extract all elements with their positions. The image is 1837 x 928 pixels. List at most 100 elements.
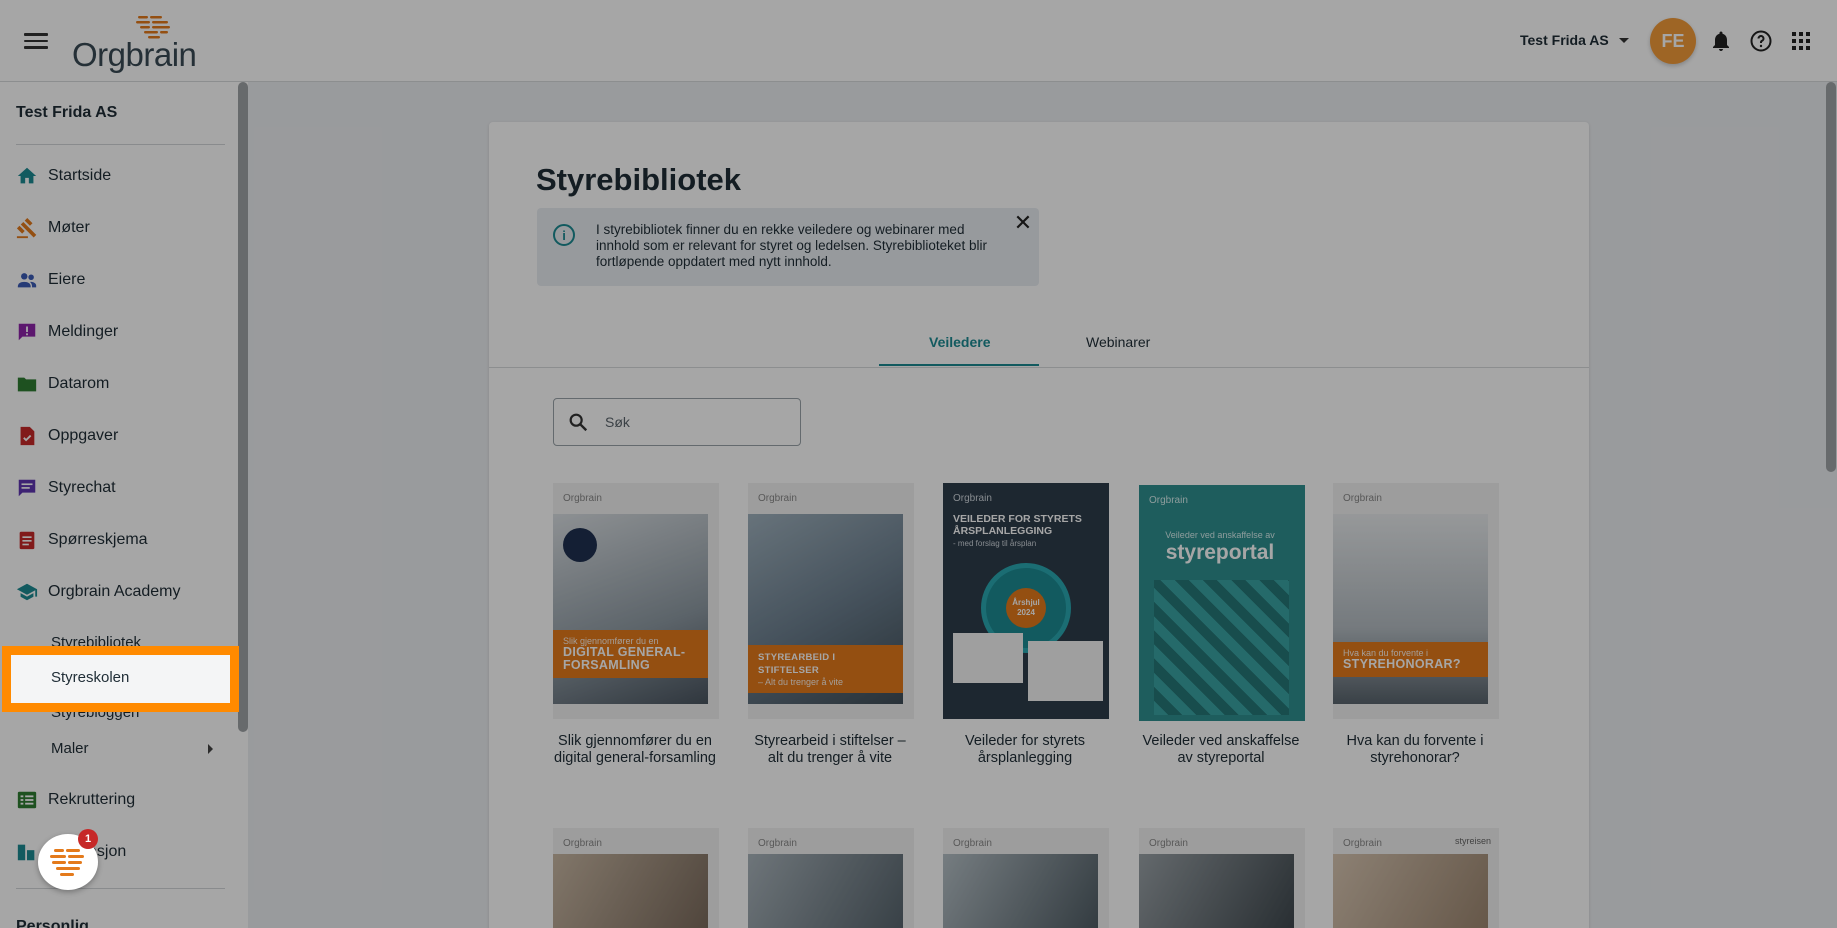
book-row2-5[interactable]: Orgbrain styreisen bbox=[1333, 828, 1499, 928]
cover-photo bbox=[553, 854, 708, 928]
sidebar-item-datarom[interactable]: Datarom bbox=[16, 369, 109, 399]
book-caption[interactable]: Hva kan du forvente i styrehonorar? bbox=[1330, 733, 1500, 767]
chevron-right-icon bbox=[208, 744, 213, 754]
bell-icon[interactable] bbox=[1709, 29, 1733, 53]
tab-webinarer[interactable]: Webinarer bbox=[1086, 334, 1150, 350]
divider bbox=[16, 144, 225, 145]
band-subtitle: Hva kan du forvente i bbox=[1343, 648, 1429, 658]
tab-veiledere[interactable]: Veiledere bbox=[929, 334, 991, 350]
cover-subtitle: Veileder ved anskaffelse av bbox=[1165, 530, 1275, 540]
brain-logo-icon bbox=[50, 849, 84, 876]
book-digital-generalforsamling[interactable]: Orgbrain Slik gjennomfører du en DIGITAL… bbox=[553, 483, 719, 719]
cover-band: STYREARBEID I STIFTELSER – Alt du trenge… bbox=[748, 645, 903, 693]
cover-logo: Orgbrain bbox=[1149, 838, 1188, 849]
section-heading: Personlig bbox=[16, 918, 89, 928]
main-scrollbar[interactable] bbox=[1826, 82, 1836, 472]
list-icon bbox=[17, 791, 37, 809]
organization-name: Test Frida AS bbox=[1520, 32, 1609, 48]
cover-badge bbox=[563, 528, 597, 562]
sidebar-item-label: Datarom bbox=[48, 375, 110, 392]
divider bbox=[489, 367, 1589, 368]
cover-photo bbox=[748, 854, 903, 928]
sidebar-item-startside[interactable]: Startside bbox=[16, 161, 111, 191]
organization-selector[interactable]: Test Frida AS bbox=[1520, 32, 1629, 48]
avatar[interactable]: FE bbox=[1650, 18, 1696, 64]
folder-icon bbox=[17, 377, 37, 392]
sidebar-item-sporreskjema[interactable]: Spørreskjema bbox=[16, 525, 148, 555]
cover-logo: Orgbrain bbox=[953, 838, 992, 849]
search-input[interactable] bbox=[605, 410, 785, 434]
sidebar-scrollbar[interactable] bbox=[238, 82, 248, 732]
gavel-icon bbox=[16, 218, 37, 239]
cover-band: Hva kan du forvente i STYREHONORAR? bbox=[1333, 642, 1488, 677]
sidebar-item-label: Oppgaver bbox=[48, 427, 119, 444]
message-alert-icon bbox=[18, 323, 36, 341]
wheel-label: Årshjul bbox=[1012, 598, 1040, 607]
brain-logo-icon bbox=[136, 16, 170, 39]
book-row2-2[interactable]: Orgbrain bbox=[748, 828, 914, 928]
cover-document bbox=[1028, 641, 1103, 701]
book-row2-4[interactable]: Orgbrain bbox=[1139, 828, 1305, 928]
home-icon bbox=[17, 167, 37, 184]
sidebar-item-oppgaver[interactable]: Oppgaver bbox=[16, 421, 118, 451]
sidebar-item-eiere[interactable]: Eiere bbox=[16, 265, 85, 295]
sidebar-item-label: Startside bbox=[48, 167, 112, 184]
maze-illustration bbox=[1154, 580, 1289, 715]
active-tab-indicator bbox=[879, 364, 1039, 366]
book-row2-1[interactable]: Orgbrain bbox=[553, 828, 719, 928]
logo-text: Orgbrain bbox=[72, 36, 197, 73]
cover-badge: styreisen bbox=[1454, 836, 1491, 846]
sidebar-item-orgbrain-academy[interactable]: Orgbrain Academy bbox=[16, 577, 181, 607]
band-title: DIGITAL GENERAL-FORSAMLING bbox=[563, 645, 686, 672]
band-title: STYREARBEID I STIFTELSER bbox=[758, 652, 836, 676]
school-icon bbox=[16, 583, 38, 601]
sidebar-item-label: Eiere bbox=[48, 271, 86, 288]
sidebar-item-label: Rekruttering bbox=[48, 791, 136, 808]
year-wheel-center: Årshjul 2024 bbox=[1006, 588, 1046, 628]
cover-logo: Orgbrain bbox=[563, 838, 602, 849]
sidebar-subitem-maler[interactable]: Maler bbox=[51, 740, 89, 757]
chat-icon bbox=[18, 479, 36, 497]
sidebar-item-label: Spørreskjema bbox=[48, 531, 148, 548]
sidebar-item-label: Styrechat bbox=[48, 479, 116, 496]
book-arsplanlegging[interactable]: Orgbrain VEILEDER FOR STYRETS ÅRSPLANLEG… bbox=[943, 483, 1109, 719]
page-title: Styrebibliotek bbox=[536, 162, 741, 197]
cover-logo: Orgbrain bbox=[758, 838, 797, 849]
sidebar-item-meldinger[interactable]: Meldinger bbox=[16, 317, 118, 347]
menu-icon[interactable] bbox=[24, 30, 48, 52]
band-subtitle: Slik gjennomfører du en bbox=[563, 636, 659, 646]
cover-logo: Orgbrain bbox=[953, 493, 992, 504]
book-styrehonorar[interactable]: Orgbrain Hva kan du forvente i STYREHONO… bbox=[1333, 483, 1499, 719]
apps-grid-icon[interactable] bbox=[1789, 29, 1813, 53]
sidebar-item-moter[interactable]: Møter bbox=[16, 213, 90, 243]
cover-subtitle: - med forslag til årsplan bbox=[953, 539, 1037, 548]
book-row2-3[interactable]: Orgbrain bbox=[943, 828, 1109, 928]
cover-photo bbox=[1139, 854, 1294, 928]
book-caption[interactable]: Veileder ved anskaffelse av styreportal bbox=[1136, 733, 1306, 767]
band-subtitle: – Alt du trenger å vite bbox=[758, 677, 844, 687]
cover-logo: Orgbrain bbox=[563, 493, 602, 504]
book-caption[interactable]: Veileder for styrets årsplanlegging bbox=[940, 733, 1110, 767]
close-icon[interactable]: ✕ bbox=[1012, 212, 1034, 234]
book-styreportal[interactable]: Orgbrain Veileder ved anskaffelse av sty… bbox=[1139, 485, 1305, 721]
sidebar-item-label: Orgbrain Academy bbox=[48, 583, 181, 600]
sidebar-item-styrechat[interactable]: Styrechat bbox=[16, 473, 116, 503]
highlight-frame bbox=[2, 646, 239, 712]
cover-title: styreportal bbox=[1165, 541, 1275, 564]
org-icon bbox=[17, 844, 35, 861]
cover-band: Slik gjennomfører du en DIGITAL GENERAL-… bbox=[553, 630, 708, 678]
orgbrain-logo[interactable]: Orgbrain bbox=[70, 14, 220, 73]
cover-title: VEILEDER FOR STYRETS ÅRSPLANLEGGING bbox=[953, 513, 1082, 537]
notification-badge: 1 bbox=[78, 829, 98, 849]
clipboard-icon bbox=[19, 531, 35, 550]
book-styrearbeid-stiftelser[interactable]: Orgbrain STYREARBEID I STIFTELSER – Alt … bbox=[748, 483, 914, 719]
cover-document bbox=[953, 633, 1023, 683]
info-icon: i bbox=[553, 224, 575, 246]
sidebar-org-title: Test Frida AS bbox=[16, 104, 118, 121]
help-icon[interactable] bbox=[1749, 29, 1773, 53]
search-icon bbox=[569, 413, 588, 432]
sidebar-item-rekruttering[interactable]: Rekruttering bbox=[16, 785, 135, 815]
book-caption[interactable]: Slik gjennomfører du en digital general-… bbox=[550, 733, 720, 767]
book-caption[interactable]: Styrearbeid i stiftelser – alt du trenge… bbox=[745, 733, 915, 767]
task-icon bbox=[20, 426, 35, 446]
